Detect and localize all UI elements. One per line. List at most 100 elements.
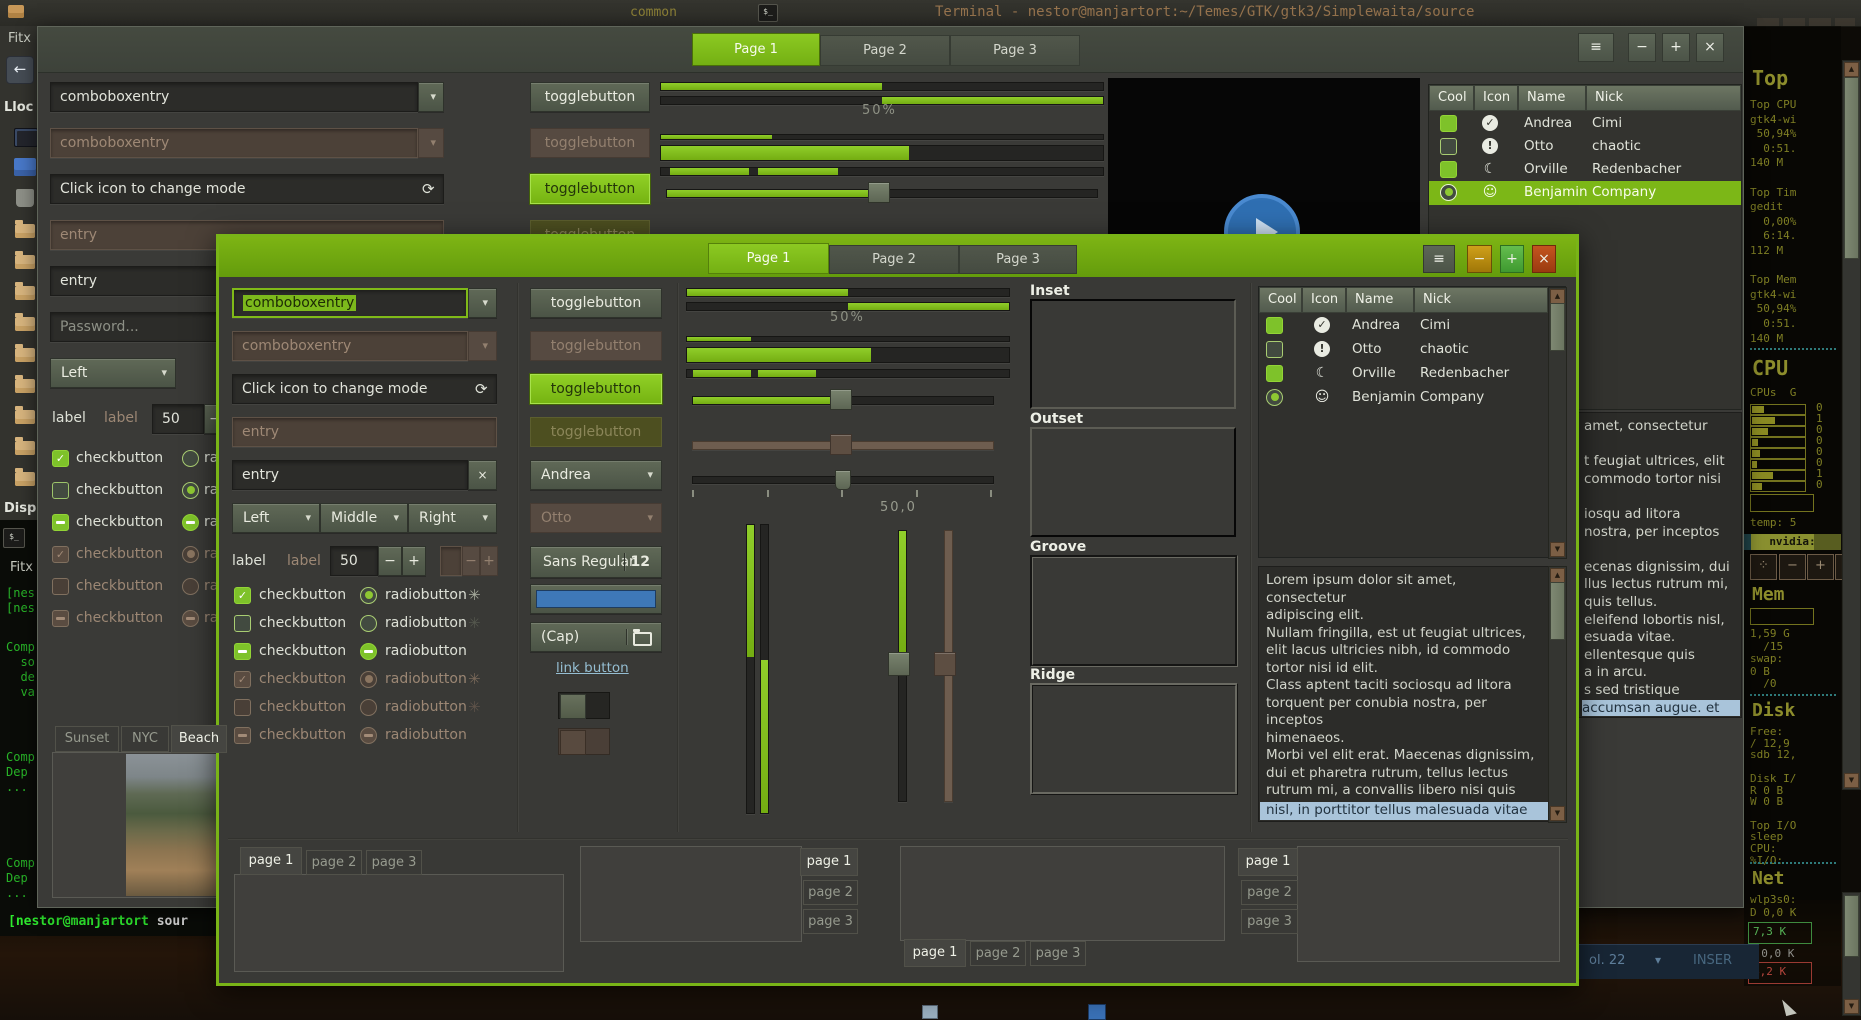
name-combobox[interactable]: Andrea▾ <box>530 460 662 490</box>
nvidia-titlebar[interactable]: nvidia: <box>1744 534 1841 550</box>
file-chooser-button[interactable]: (Cap) <box>530 622 662 652</box>
tree-name[interactable]: Benjamin <box>1524 181 1588 204</box>
notebook-a-tab-3[interactable]: page 3 <box>366 850 422 875</box>
tree-name[interactable]: Otto <box>1352 338 1381 361</box>
place-folder-icon[interactable] <box>15 286 35 300</box>
nvidia-maximize-button[interactable]: + <box>1807 554 1834 580</box>
radiobutton-indeterminate[interactable] <box>360 643 377 660</box>
checkbutton-indeterminate[interactable] <box>234 643 251 660</box>
textview-scrollbar[interactable]: ▲ ▼ <box>1548 566 1567 823</box>
panel-window-buttons[interactable] <box>1757 18 1855 26</box>
tree-name[interactable]: Otto <box>1524 135 1553 158</box>
refresh-icon[interactable]: ⟳ <box>422 174 435 204</box>
scroll-up-button[interactable]: ▲ <box>1844 62 1859 77</box>
bg-menu-button[interactable]: ≡ <box>1578 33 1614 62</box>
bg-tab-sunset[interactable]: Sunset <box>55 726 119 752</box>
terminal-window-icon[interactable]: $_ <box>3 528 25 548</box>
place-folder-icon[interactable] <box>15 441 35 455</box>
bg-tab-page1[interactable]: Page 1 <box>692 33 820 66</box>
tree-check[interactable] <box>1266 317 1283 334</box>
bg-togglebutton-active[interactable]: togglebutton <box>530 174 650 204</box>
place-folder-icon[interactable] <box>15 317 35 331</box>
refresh-icon[interactable]: ⟳ <box>475 374 488 404</box>
fg-close-button[interactable]: × <box>1532 245 1556 273</box>
notebook-c-tab-1[interactable]: page 1 <box>904 939 966 967</box>
scrollbar-thumb[interactable] <box>1844 77 1859 259</box>
entry-clear-button[interactable]: × <box>468 460 497 490</box>
bg-slider-handle[interactable] <box>868 182 890 203</box>
tree-check[interactable] <box>1440 161 1457 178</box>
statusbar-dropdown-icon[interactable]: ▾ <box>1655 953 1661 967</box>
tree-nick[interactable]: Redenbacher <box>1592 158 1681 181</box>
color-button[interactable] <box>530 584 662 614</box>
notebook-a-tab-2[interactable]: page 2 <box>306 850 362 875</box>
tree-nick[interactable]: Cimi <box>1592 112 1622 135</box>
tree-check[interactable] <box>1440 115 1457 132</box>
tree-name[interactable]: Orville <box>1352 362 1396 385</box>
fg-maximize-button[interactable]: + <box>1500 245 1524 273</box>
panel-terminal-icon[interactable]: $_ <box>758 4 778 22</box>
spin-plus-button[interactable]: + <box>402 546 426 576</box>
entry[interactable]: entry <box>232 460 468 490</box>
radiobutton-off[interactable] <box>360 615 377 632</box>
place-folder-icon[interactable] <box>15 224 35 238</box>
fg-minimize-button[interactable]: − <box>1467 245 1492 273</box>
place-folder-icon[interactable] <box>15 472 35 486</box>
vscale-handle[interactable] <box>888 652 910 676</box>
filemanager-menu[interactable]: Fitx <box>8 31 31 46</box>
bg-tab-beach[interactable]: Beach <box>171 725 227 753</box>
tree-nick[interactable]: Company <box>1592 181 1656 204</box>
combo-middle[interactable]: Middle▾ <box>320 503 408 533</box>
notebook-d-tab-2[interactable]: page 2 <box>1241 880 1298 905</box>
bg-radiobutton-indeterminate[interactable] <box>182 514 199 531</box>
fg-menu-button[interactable]: ≡ <box>1423 245 1455 273</box>
terminal-menu[interactable]: Fitx <box>10 560 33 575</box>
notebook-b-tab-2[interactable]: page 2 <box>803 880 858 905</box>
notebook-d-tab-3[interactable]: page 3 <box>1241 909 1298 934</box>
bg-minimize-button[interactable]: − <box>1628 33 1656 62</box>
place-folder-icon[interactable] <box>15 255 35 269</box>
tree-header-nick[interactable]: Nick <box>1414 287 1548 313</box>
notebook-a-tab-1[interactable]: page 1 <box>240 847 302 875</box>
scroll-up-button[interactable]: ▲ <box>1550 568 1565 583</box>
tree-check[interactable] <box>1266 365 1283 382</box>
scrollbar-thumb[interactable] <box>1550 582 1565 640</box>
fg-tab-page1[interactable]: Page 1 <box>708 243 829 274</box>
tree-nick[interactable]: Redenbacher <box>1420 362 1509 385</box>
bg-tree-header-icon[interactable]: Icon <box>1474 85 1518 111</box>
bg-checkbutton-indeterminate[interactable] <box>52 514 69 531</box>
taskbar-icon-2[interactable] <box>1088 1004 1106 1020</box>
link-button[interactable]: link button <box>556 660 629 676</box>
bg-tab-page3[interactable]: Page 3 <box>950 35 1080 66</box>
tree-nick[interactable]: Cimi <box>1420 314 1450 337</box>
bg-togglebutton[interactable]: togglebutton <box>530 82 650 112</box>
place-computer-icon[interactable] <box>14 128 38 147</box>
bg-combo-dropdown[interactable]: ▾ <box>418 82 444 112</box>
bg-video-area[interactable] <box>1108 78 1420 237</box>
bg-tree-header-nick[interactable]: Nick <box>1586 85 1741 111</box>
tree-scrollbar[interactable]: ▲ ▼ <box>1548 287 1567 559</box>
scrollbar-thumb[interactable] <box>1844 895 1859 957</box>
back-button[interactable]: ← <box>6 56 34 84</box>
scrollbar-thumb[interactable] <box>1550 303 1565 351</box>
tree-check[interactable] <box>1266 341 1283 358</box>
radiobutton-on[interactable] <box>360 587 377 604</box>
workspace-label[interactable]: common <box>630 5 677 20</box>
tree-nick[interactable]: chaotic <box>1420 338 1469 361</box>
fg-tab-page3[interactable]: Page 3 <box>959 245 1077 274</box>
notebook-d-tab-1[interactable]: page 1 <box>1238 848 1298 876</box>
scroll-down-button[interactable]: ▼ <box>1844 773 1859 788</box>
font-button[interactable]: Sans Regular 12 <box>530 546 662 578</box>
hscale-marks-handle[interactable] <box>835 470 851 490</box>
nvidia-dots-button[interactable]: ⁘ <box>1750 554 1777 580</box>
entry-icon-mode[interactable]: Click icon to change mode <box>232 374 497 404</box>
bg-spinbutton[interactable]: 50 <box>152 404 204 434</box>
scroll-down-button[interactable]: ▼ <box>1844 999 1859 1014</box>
scroll-down-button[interactable]: ▼ <box>1550 806 1565 821</box>
bg-tab-page2[interactable]: Page 2 <box>820 35 950 66</box>
place-folder-icon[interactable] <box>15 348 35 362</box>
place-folder-icon[interactable] <box>15 410 35 424</box>
combo-dropdown-button[interactable]: ▾ <box>468 288 497 318</box>
spinbutton[interactable]: 50 <box>330 546 378 576</box>
fg-tab-page2[interactable]: Page 2 <box>829 245 959 274</box>
